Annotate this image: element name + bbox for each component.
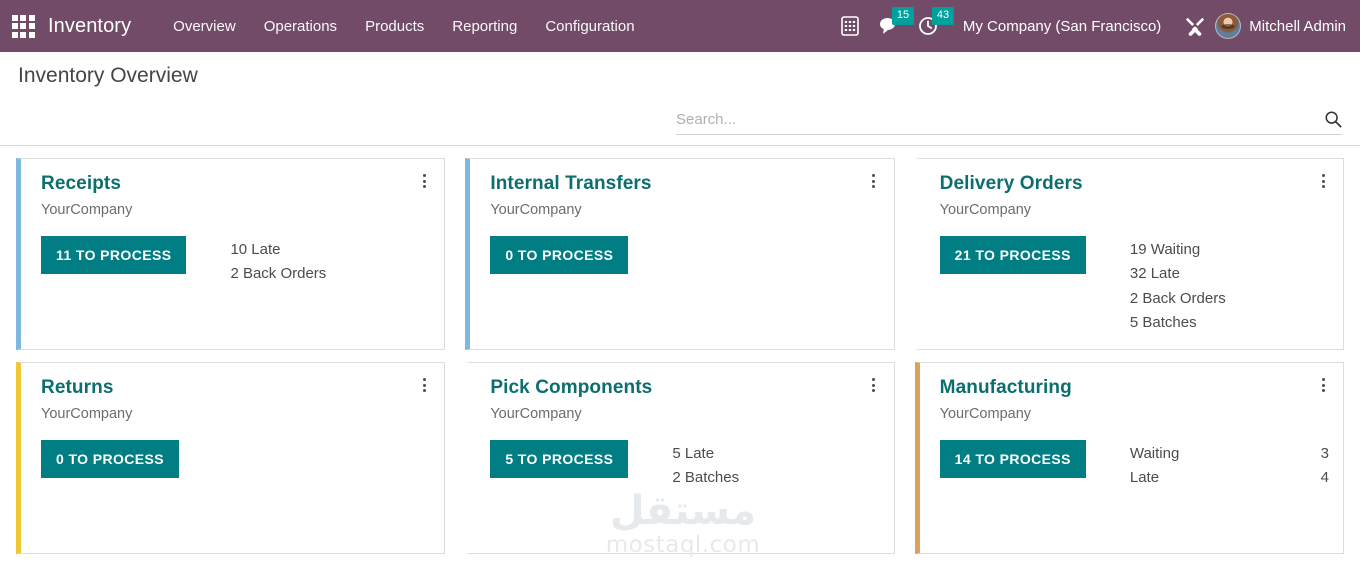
card-company: YourCompany: [939, 405, 1032, 422]
card-stat-row[interactable]: 2 Back Orders: [230, 262, 430, 287]
card-body: 21 TO PROCESS 19 Waiting 32 Late 2 Back Ord…: [939, 235, 1329, 336]
card-title: Delivery Orders: [939, 173, 1083, 194]
card-company: YourCompany: [490, 201, 582, 218]
kanban-board: Receipts YourCompany 11 TO PROCESS 10 Late 2…: [0, 146, 1360, 575]
card-menu-icon[interactable]: [866, 172, 882, 190]
card-stat-row[interactable]: 2 Batches: [672, 466, 879, 491]
company-switcher[interactable]: My Company (San Francisco): [963, 18, 1161, 35]
card-stat-row[interactable]: 19 Waiting: [1130, 238, 1329, 263]
card-menu-icon[interactable]: [1315, 376, 1331, 394]
card-stat-row[interactable]: 5 Late: [672, 442, 879, 467]
card-stat-row[interactable]: 5 Batches: [1130, 311, 1329, 336]
card-menu-icon[interactable]: [416, 376, 432, 394]
nav-menu-operations[interactable]: Operations: [250, 10, 351, 43]
card-body: 5 TO PROCESS 5 Late 2 Batches: [490, 439, 879, 491]
card-title: Pick Components: [490, 377, 653, 398]
user-menu[interactable]: Mitchell Admin: [1249, 18, 1346, 35]
search-icon[interactable]: [1324, 110, 1342, 128]
card-stat-label: Late: [1129, 469, 1160, 487]
card-stat-value: 3: [1320, 444, 1329, 462]
card-title: Manufacturing: [939, 377, 1072, 398]
nav-menu-products[interactable]: Products: [351, 10, 438, 43]
kanban-card[interactable]: Returns YourCompany 0 TO PROCESS: [16, 362, 446, 554]
search-area: [676, 110, 1342, 135]
card-body: 0 TO PROCESS: [41, 439, 430, 478]
messages-badge: 15: [891, 7, 915, 25]
card-menu-icon[interactable]: [1315, 172, 1331, 190]
card-company: YourCompany: [41, 201, 133, 218]
search-row: [676, 110, 1342, 135]
nav-menu-configuration[interactable]: Configuration: [531, 10, 648, 43]
card-stat-label: Waiting: [1129, 444, 1180, 462]
card-stats: Waiting 3 Late 4: [1130, 440, 1329, 491]
card-title: Returns: [41, 377, 114, 398]
card-title: Internal Transfers: [490, 173, 652, 194]
control-panel: Inventory Overview Filters: [0, 52, 1360, 179]
avatar[interactable]: [1215, 13, 1242, 39]
nav-menu-overview[interactable]: Overview: [159, 10, 250, 43]
to-process-button[interactable]: 14 TO PROCESS: [939, 439, 1086, 478]
card-title: Receipts: [41, 173, 122, 194]
nav-menu-reporting[interactable]: Reporting: [438, 10, 531, 43]
search-input[interactable]: [676, 110, 1324, 128]
card-stat-row[interactable]: Waiting 3: [1130, 442, 1329, 467]
to-process-button[interactable]: 5 TO PROCESS: [490, 439, 629, 478]
card-company: YourCompany: [490, 405, 582, 422]
card-stats: 5 Late 2 Batches: [672, 440, 879, 491]
activities-clock-icon[interactable]: 43: [918, 7, 955, 36]
to-process-button[interactable]: 0 TO PROCESS: [490, 235, 629, 274]
activities-badge: 43: [931, 7, 955, 25]
page-title: Inventory Overview: [18, 64, 198, 87]
to-process-button[interactable]: 21 TO PROCESS: [939, 235, 1086, 274]
card-menu-icon[interactable]: [416, 172, 432, 190]
card-stat-row[interactable]: 32 Late: [1130, 262, 1329, 287]
card-stats: 19 Waiting 32 Late 2 Back Orders 5 Batches: [1130, 236, 1329, 336]
card-stat-row[interactable]: 10 Late: [230, 238, 430, 263]
kanban-card[interactable]: Delivery Orders YourCompany 21 TO PROCESS 1…: [914, 158, 1344, 350]
kanban-card[interactable]: Pick Components YourCompany 5 TO PROCESS 5 …: [465, 362, 895, 554]
card-stat-row[interactable]: Late 4: [1130, 466, 1329, 491]
kanban-card[interactable]: Receipts YourCompany 11 TO PROCESS 10 Late 2…: [16, 158, 446, 350]
card-body: 11 TO PROCESS 10 Late 2 Back Orders: [41, 235, 430, 287]
messages-icon[interactable]: 15: [878, 7, 915, 36]
card-body: 0 TO PROCESS: [490, 235, 879, 274]
card-company: YourCompany: [41, 405, 133, 422]
voip-phone-icon[interactable]: [840, 15, 860, 37]
top-navbar: Inventory Overview Operations Products R…: [0, 0, 1360, 52]
kanban-card[interactable]: Manufacturing YourCompany 14 TO PROCESS Wai…: [914, 362, 1344, 554]
tools-icon[interactable]: [1184, 15, 1206, 37]
kanban-card[interactable]: Internal Transfers YourCompany 0 TO PROCES…: [465, 158, 895, 350]
app-brand-inventory[interactable]: Inventory: [48, 15, 131, 38]
apps-grid-icon[interactable]: [10, 13, 36, 39]
card-menu-icon[interactable]: [866, 376, 882, 394]
card-body: 14 TO PROCESS Waiting 3 Late 4: [939, 439, 1329, 491]
card-stat-row[interactable]: 2 Back Orders: [1130, 287, 1329, 312]
card-company: YourCompany: [939, 201, 1032, 218]
to-process-button[interactable]: 0 TO PROCESS: [41, 439, 180, 478]
card-stats: 10 Late 2 Back Orders: [230, 236, 430, 287]
card-stat-value: 4: [1320, 469, 1329, 487]
to-process-button[interactable]: 11 TO PROCESS: [41, 235, 187, 274]
